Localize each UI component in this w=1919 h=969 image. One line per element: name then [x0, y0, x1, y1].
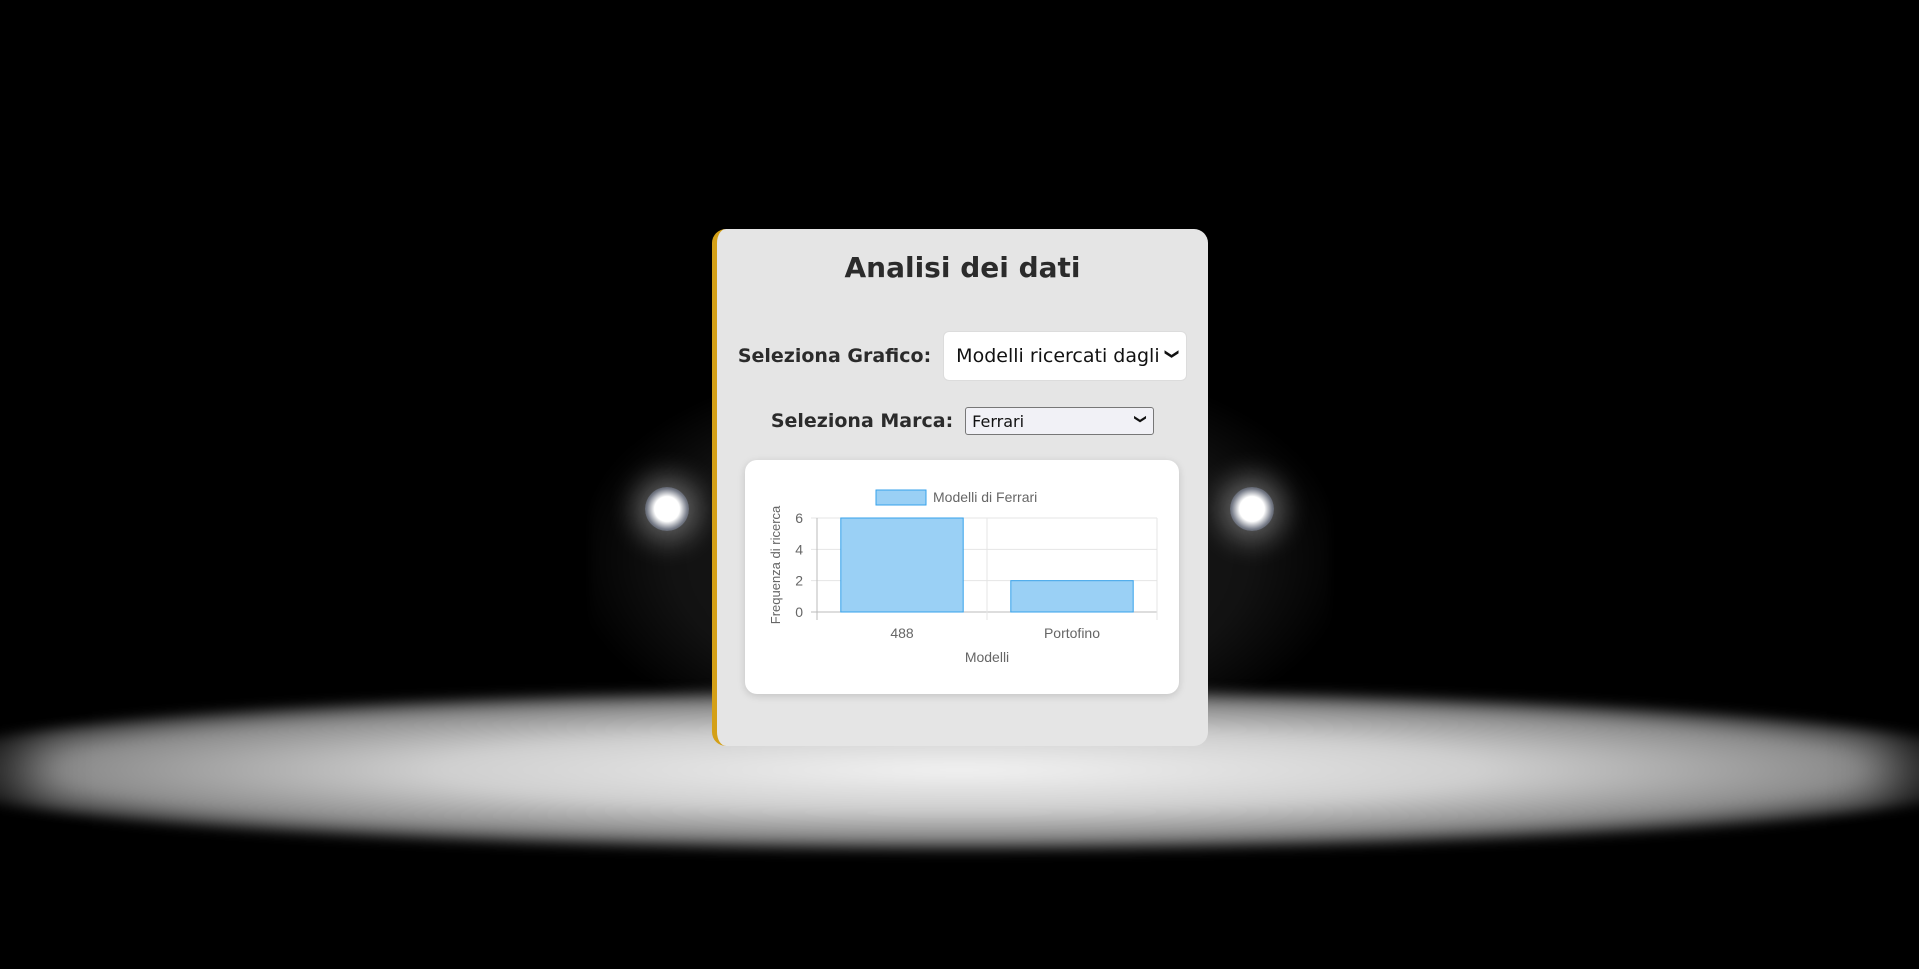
x-axis-title: Modelli — [965, 649, 1009, 665]
legend-swatch — [875, 489, 927, 506]
y-tick-label: 0 — [795, 604, 803, 620]
y-axis-title: Frequenza di ricerca — [768, 505, 783, 624]
brand-select-row: Seleziona Marca: Ferrari ❯ — [717, 407, 1208, 435]
y-tick-label: 4 — [795, 541, 803, 557]
brand-select-label: Seleziona Marca: — [770, 410, 954, 432]
bar — [1010, 580, 1134, 613]
brand-select-value: Ferrari — [972, 411, 1025, 431]
chevron-down-icon: ❯ — [1134, 413, 1149, 425]
legend-label: Modelli di Ferrari — [933, 489, 1037, 505]
chevron-down-icon: ❯ — [1164, 348, 1181, 360]
bar-chart: 0 2 4 6 488 Portofino Modelli di Ferrari Modell… — [768, 489, 1158, 665]
x-tick-label: 488 — [890, 625, 914, 641]
chart-select-row: Seleziona Grafico: Modelli ricercati dag… — [717, 331, 1208, 381]
bar — [840, 517, 964, 613]
chart-select[interactable]: Modelli ricercati dagli utenti ❯ — [943, 331, 1188, 381]
page-title: Analisi dei dati — [844, 251, 1081, 284]
chart-card: 0 2 4 6 488 Portofino Modelli di Ferrari Modell… — [745, 460, 1179, 694]
y-tick-label: 6 — [795, 510, 803, 526]
brand-select[interactable]: Ferrari ❯ — [965, 407, 1155, 435]
chart-select-label: Seleziona Grafico: — [737, 345, 932, 367]
data-analysis-panel: Analisi dei dati Seleziona Grafico: Mode… — [712, 229, 1208, 746]
x-tick-label: Portofino — [1044, 625, 1100, 641]
y-tick-label: 2 — [795, 573, 803, 589]
chart-select-value: Modelli ricercati dagli utenti — [956, 345, 1162, 367]
